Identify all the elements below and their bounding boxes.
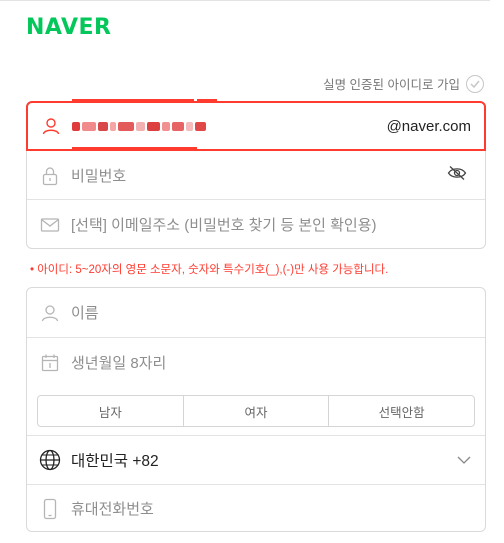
id-error-message: • 아이디: 5~20자의 영문 소문자, 숫자와 특수기호(_),(-)만 사… xyxy=(30,264,389,276)
profile-box: 이름 생년월일 8자리 남자 여자 선택안함 대한민국 +82 휴대전화번호 xyxy=(26,287,486,532)
account-box: @naver.com 비밀번호 [선택] 이메일주소 (비밀번호 찾기 등 본인… xyxy=(26,99,486,249)
check-icon[interactable] xyxy=(466,74,484,93)
gender-male[interactable]: 남자 xyxy=(38,396,184,426)
globe-icon xyxy=(39,449,61,471)
email-field[interactable]: [선택] 이메일주소 (비밀번호 찾기 등 본인 확인용) xyxy=(27,200,485,249)
name-placeholder: 이름 xyxy=(71,305,99,322)
country-value: 대한민국 +82 xyxy=(71,453,159,470)
focus-marker-bottom xyxy=(72,147,197,150)
gender-none[interactable]: 선택안함 xyxy=(329,396,474,426)
password-field[interactable]: 비밀번호 xyxy=(27,151,485,200)
eye-slash-icon[interactable] xyxy=(447,165,467,186)
focus-marker-top xyxy=(72,99,194,102)
focus-marker-top-2 xyxy=(197,99,217,102)
email-placeholder: [선택] 이메일주소 (비밀번호 찾기 등 본인 확인용) xyxy=(71,217,377,234)
lock-icon xyxy=(39,165,61,187)
calendar-icon xyxy=(39,352,61,374)
birthdate-field[interactable]: 생년월일 8자리 xyxy=(27,338,485,387)
country-select[interactable]: 대한민국 +82 xyxy=(27,436,485,484)
id-value-redacted xyxy=(72,121,206,131)
gender-selector: 남자 여자 선택안함 xyxy=(37,395,475,427)
verified-id-signup[interactable]: 실명 인증된 아이디로 가입 xyxy=(323,74,484,93)
chevron-down-icon[interactable] xyxy=(457,451,471,469)
phone-placeholder: 휴대전화번호 xyxy=(71,501,154,518)
phone-field[interactable]: 휴대전화번호 xyxy=(27,485,485,532)
naver-logo[interactable]: NAVER xyxy=(26,15,111,40)
id-field[interactable]: @naver.com xyxy=(26,101,486,151)
id-domain: @naver.com xyxy=(386,117,471,135)
mail-icon xyxy=(39,214,61,236)
birthdate-placeholder: 생년월일 8자리 xyxy=(71,355,167,372)
name-field[interactable]: 이름 xyxy=(27,288,485,337)
password-placeholder: 비밀번호 xyxy=(71,168,127,185)
verify-label: 실명 인증된 아이디로 가입 xyxy=(323,78,460,92)
user-icon xyxy=(39,302,61,324)
gender-female[interactable]: 여자 xyxy=(184,396,330,426)
phone-icon xyxy=(39,498,61,520)
top-divider xyxy=(0,0,490,2)
user-icon xyxy=(40,115,62,137)
